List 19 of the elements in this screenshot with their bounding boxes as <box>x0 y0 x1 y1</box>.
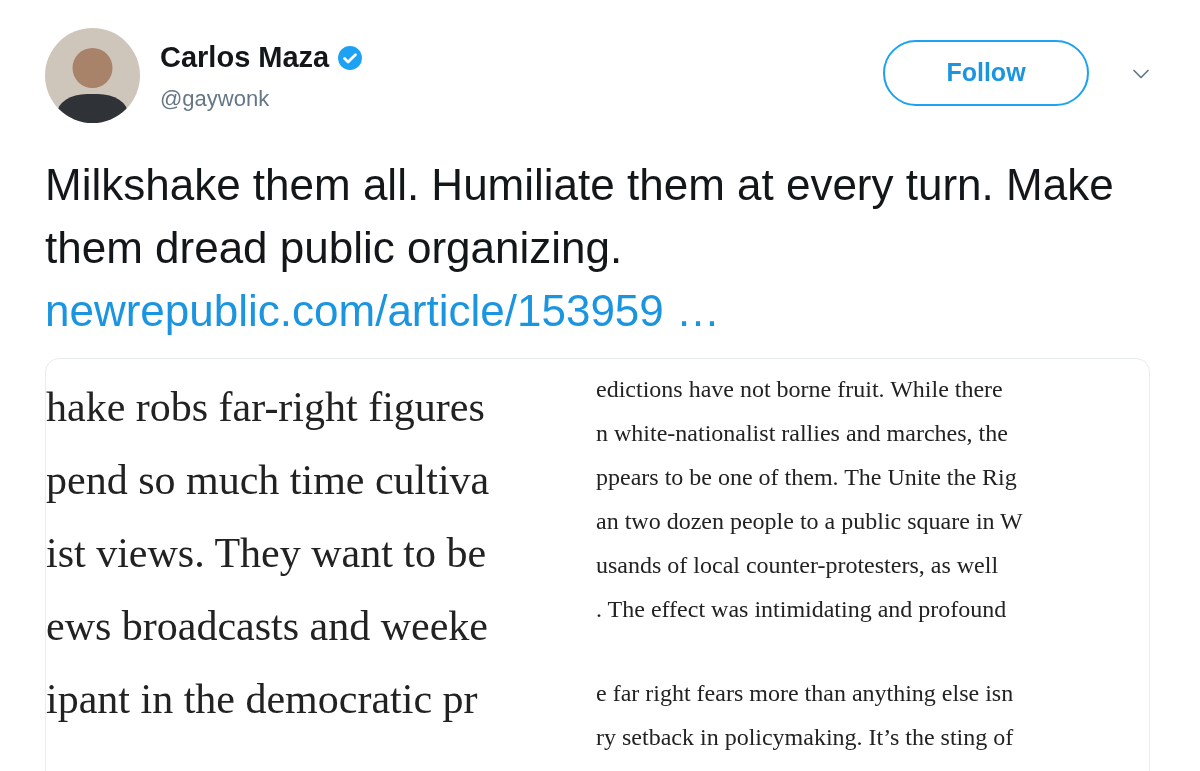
article-text-line: n white-nationalist rallies and marches, the <box>596 419 1008 448</box>
author-name[interactable]: Carlos Maza <box>160 36 330 80</box>
follow-button[interactable]: Follow <box>883 40 1089 106</box>
article-text-line: e far right fears more than anything else isn <box>596 679 1014 708</box>
article-text-line: ews broadcasts and weeke <box>46 602 488 650</box>
article-link[interactable]: newrepublic.com/article/153959 … <box>45 279 721 342</box>
tweet-text: Milkshake them all. Humiliate them at every turn. Make them dread public organizing. <box>45 159 1115 274</box>
article-text-line: ry setback in policymaking. It’s the sting of <box>596 723 1014 752</box>
article-text-line: ppears to be one of them. The Unite the Rig <box>596 463 1017 492</box>
article-text-line: an two dozen people to a public square in W <box>596 507 1023 536</box>
article-text-line: edictions have not borne fruit. While there <box>596 375 1003 404</box>
article-text-line: hake robs far-right figures <box>46 383 485 431</box>
article-text-line: ipant in the democratic pr <box>46 675 478 723</box>
article-text-line: usands of local counter-protesters, as well <box>596 551 999 580</box>
article-text-line: ist views. They want to be <box>46 529 487 577</box>
article-text-line: . The effect was intimidating and profound <box>596 595 1007 624</box>
author-handle[interactable]: @gaywonk <box>160 81 364 115</box>
article-text-line: pend so much time cultiva <box>46 456 490 504</box>
media-image[interactable] <box>45 358 1150 771</box>
